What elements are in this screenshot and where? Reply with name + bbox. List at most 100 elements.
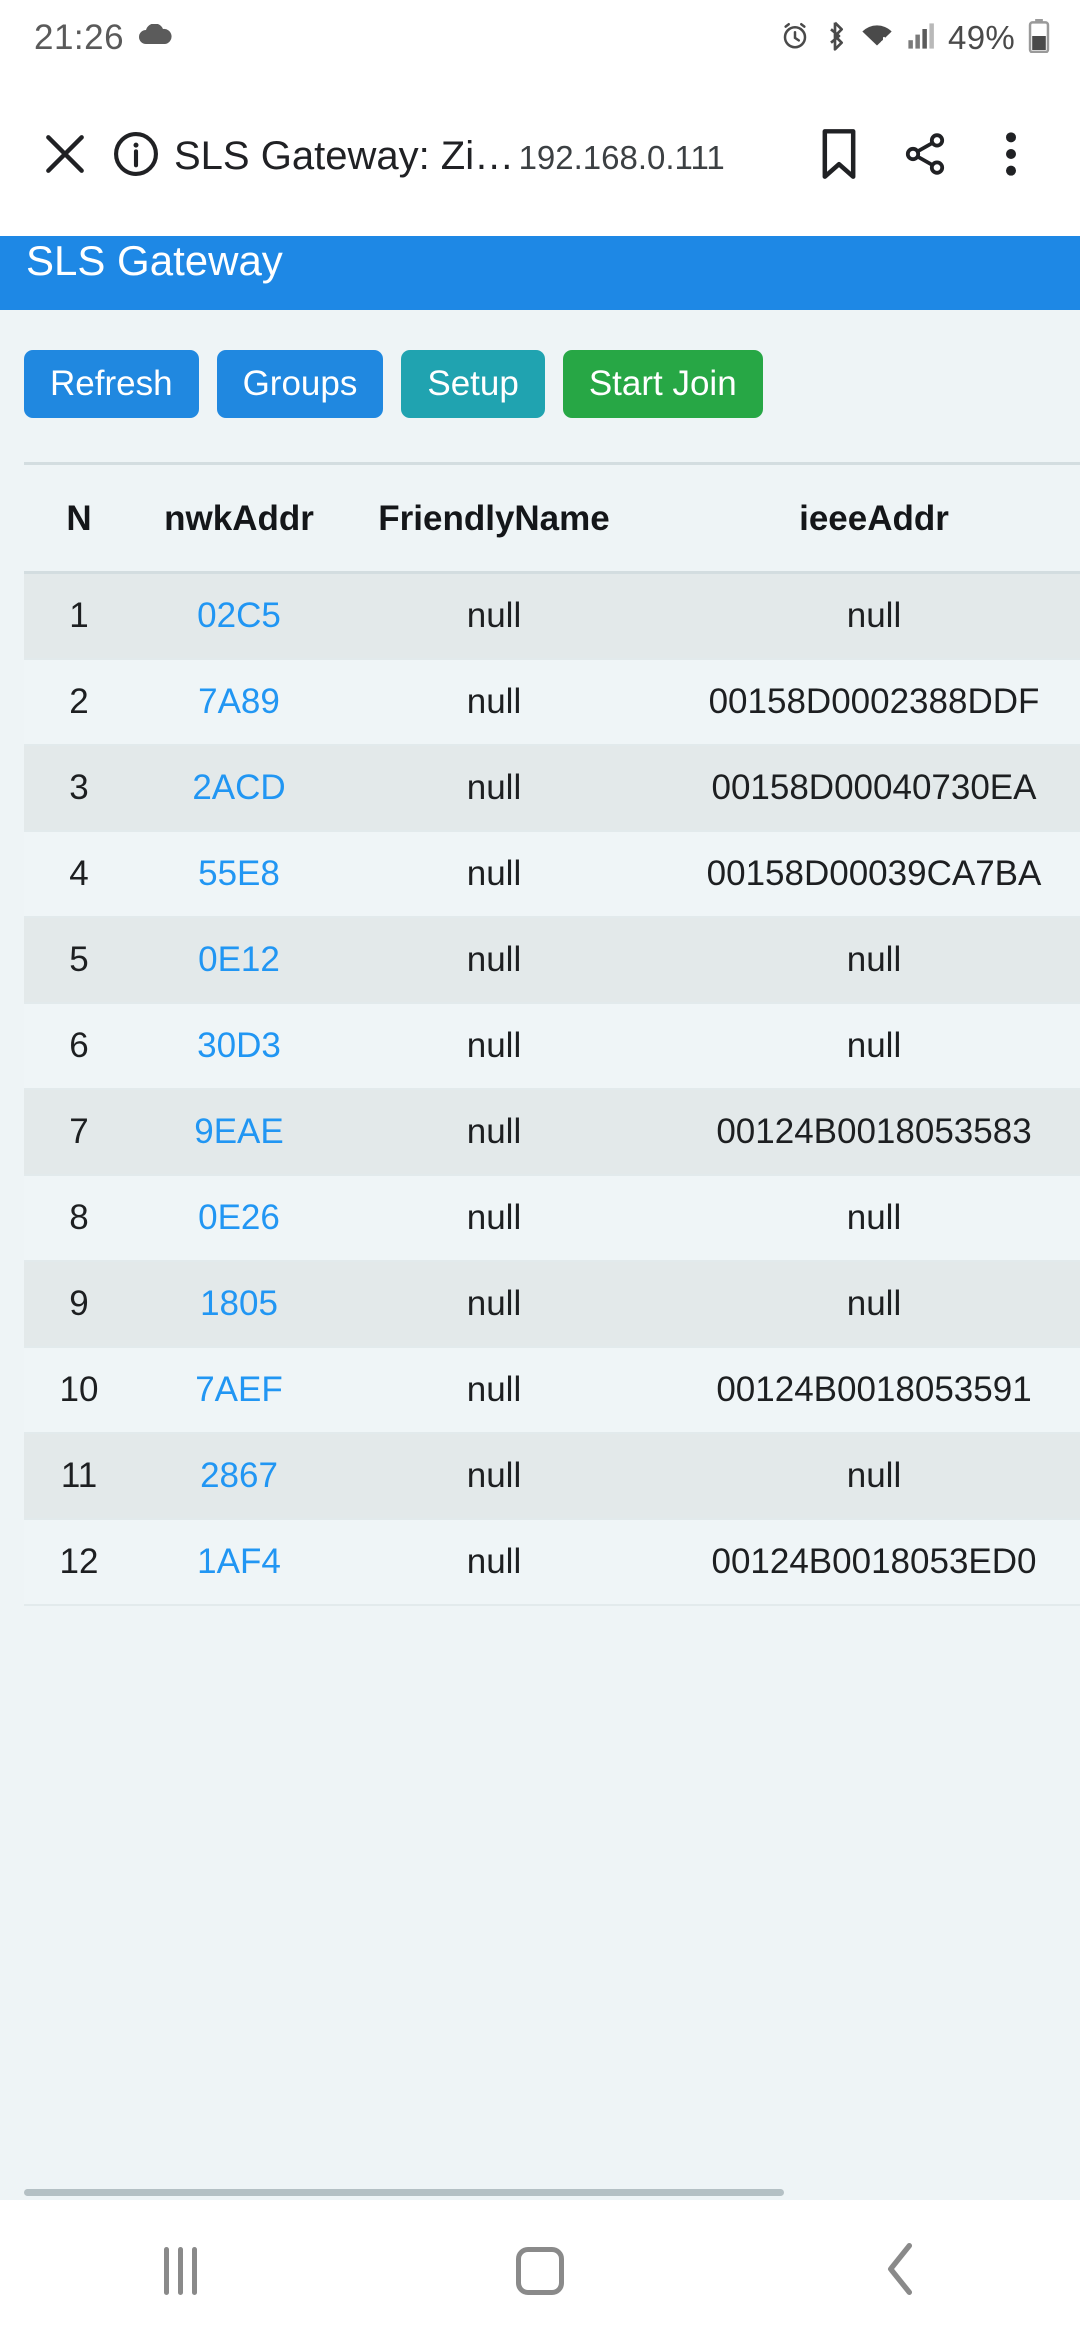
info-circle-icon[interactable]	[110, 128, 162, 185]
status-bar-left: 21:26	[34, 18, 172, 58]
home-button[interactable]	[465, 2221, 615, 2321]
status-clock: 21:26	[34, 18, 124, 58]
status-bar-right: 49%	[780, 19, 1050, 58]
page-title: SLS Gateway: Zi…	[174, 134, 514, 178]
table-row[interactable]: 1 02C5 null null	[24, 573, 1080, 659]
cell-friendlyname: null	[344, 1261, 644, 1347]
cell-ieeeaddr: 00158D0002388DDF	[644, 659, 1080, 745]
refresh-button[interactable]: Refresh	[24, 350, 199, 418]
cell-ieeeaddr: null	[644, 1261, 1080, 1347]
cell-index: 8	[24, 1175, 134, 1261]
cell-ieeeaddr: null	[644, 573, 1080, 659]
bookmark-button[interactable]	[796, 113, 882, 199]
cell-ieeeaddr: null	[644, 917, 1080, 1003]
battery-icon	[1028, 19, 1050, 58]
back-button[interactable]	[825, 2221, 975, 2321]
horizontal-scrollbar-thumb[interactable]	[24, 2189, 784, 2196]
cell-friendlyname: null	[344, 573, 644, 659]
nwkaddr-link[interactable]: 1AF4	[197, 1542, 281, 1581]
cell-ieeeaddr: 00124B0018053591	[644, 1347, 1080, 1433]
cloud-icon	[138, 24, 172, 53]
column-header-nwkaddr[interactable]: nwkAddr	[134, 464, 344, 573]
column-header-friendlyname[interactable]: FriendlyName	[344, 464, 644, 573]
device-table: N nwkAddr FriendlyName ieeeAddr M 1 02C5…	[24, 462, 1080, 1606]
table-row[interactable]: 10 7AEF null 00124B0018053591	[24, 1347, 1080, 1433]
cell-nwkaddr[interactable]: 02C5	[134, 573, 344, 659]
cell-ieeeaddr: 00124B0018053ED0	[644, 1519, 1080, 1605]
horizontal-scrollbar[interactable]	[24, 2189, 1056, 2196]
table-row[interactable]: 5 0E12 null null	[24, 917, 1080, 1003]
cell-ieeeaddr: 00158D00039CA7BA	[644, 831, 1080, 917]
nwkaddr-link[interactable]: 0E12	[198, 940, 280, 979]
table-header-row: N nwkAddr FriendlyName ieeeAddr M	[24, 464, 1080, 573]
cell-ieeeaddr: 00158D00040730EA	[644, 745, 1080, 831]
share-button[interactable]	[882, 113, 968, 199]
cell-friendlyname: null	[344, 1089, 644, 1175]
nwkaddr-link[interactable]: 7AEF	[195, 1370, 283, 1409]
nwkaddr-link[interactable]: 9EAE	[194, 1112, 284, 1151]
recents-icon	[164, 2247, 197, 2295]
cell-index: 12	[24, 1519, 134, 1605]
cell-nwkaddr[interactable]: 2867	[134, 1433, 344, 1519]
cell-nwkaddr[interactable]: 9EAE	[134, 1089, 344, 1175]
browser-toolbar: SLS Gateway: Zi… 192.168.0.111	[0, 76, 1080, 236]
table-row[interactable]: 7 9EAE null 00124B0018053583	[24, 1089, 1080, 1175]
cell-nwkaddr[interactable]: 1AF4	[134, 1519, 344, 1605]
cell-nwkaddr[interactable]: 0E26	[134, 1175, 344, 1261]
cell-ieeeaddr: null	[644, 1433, 1080, 1519]
nwkaddr-link[interactable]: 2ACD	[192, 768, 285, 807]
start-join-button[interactable]: Start Join	[563, 350, 763, 418]
cell-nwkaddr[interactable]: 7A89	[134, 659, 344, 745]
cell-friendlyname: null	[344, 1175, 644, 1261]
device-table-head: N nwkAddr FriendlyName ieeeAddr M	[24, 464, 1080, 573]
cell-friendlyname: null	[344, 1347, 644, 1433]
nwkaddr-link[interactable]: 30D3	[197, 1026, 281, 1065]
cell-nwkaddr[interactable]: 1805	[134, 1261, 344, 1347]
nwkaddr-link[interactable]: 0E26	[198, 1198, 280, 1237]
nwkaddr-link[interactable]: 7A89	[198, 682, 280, 721]
cell-index: 10	[24, 1347, 134, 1433]
groups-button[interactable]: Groups	[217, 350, 384, 418]
cell-index: 5	[24, 917, 134, 1003]
cell-index: 6	[24, 1003, 134, 1089]
cell-nwkaddr[interactable]: 2ACD	[134, 745, 344, 831]
cell-index: 4	[24, 831, 134, 917]
cell-nwkaddr[interactable]: 55E8	[134, 831, 344, 917]
table-row[interactable]: 2 7A89 null 00158D0002388DDF	[24, 659, 1080, 745]
overflow-menu-button[interactable]	[968, 113, 1054, 199]
bookmark-icon	[817, 128, 861, 185]
battery-percent-label: 49%	[948, 19, 1015, 57]
column-header-ieeeaddr[interactable]: ieeeAddr	[644, 464, 1080, 573]
page-url: 192.168.0.111	[519, 139, 725, 176]
setup-button[interactable]: Setup	[401, 350, 544, 418]
cell-friendlyname: null	[344, 745, 644, 831]
cell-index: 3	[24, 745, 134, 831]
device-table-scroll-area[interactable]: N nwkAddr FriendlyName ieeeAddr M 1 02C5…	[24, 462, 1080, 1606]
table-row[interactable]: 11 2867 null null	[24, 1433, 1080, 1519]
table-row[interactable]: 6 30D3 null null	[24, 1003, 1080, 1089]
nwkaddr-link[interactable]: 1805	[200, 1284, 278, 1323]
cell-friendlyname: null	[344, 1003, 644, 1089]
cell-friendlyname: null	[344, 1433, 644, 1519]
android-navigation-bar	[0, 2202, 1080, 2340]
nwkaddr-link[interactable]: 02C5	[197, 596, 281, 635]
recents-button[interactable]	[105, 2221, 255, 2321]
table-row[interactable]: 9 1805 null null	[24, 1261, 1080, 1347]
nwkaddr-link[interactable]: 55E8	[198, 854, 280, 893]
column-header-n[interactable]: N	[24, 464, 134, 573]
cell-nwkaddr[interactable]: 7AEF	[134, 1347, 344, 1433]
cell-nwkaddr[interactable]: 0E12	[134, 917, 344, 1003]
table-row[interactable]: 8 0E26 null null	[24, 1175, 1080, 1261]
nwkaddr-link[interactable]: 2867	[200, 1456, 278, 1495]
page-identity[interactable]: SLS Gateway: Zi… 192.168.0.111	[110, 128, 796, 185]
table-row[interactable]: 12 1AF4 null 00124B0018053ED0	[24, 1519, 1080, 1605]
cell-index: 1	[24, 573, 134, 659]
app-title: SLS Gateway	[26, 240, 283, 282]
bluetooth-icon	[823, 20, 847, 57]
cell-nwkaddr[interactable]: 30D3	[134, 1003, 344, 1089]
table-row[interactable]: 4 55E8 null 00158D00039CA7BA	[24, 831, 1080, 917]
close-button[interactable]	[22, 113, 108, 199]
table-row[interactable]: 3 2ACD null 00158D00040730EA	[24, 745, 1080, 831]
cell-ieeeaddr: null	[644, 1175, 1080, 1261]
back-icon	[882, 2241, 918, 2302]
